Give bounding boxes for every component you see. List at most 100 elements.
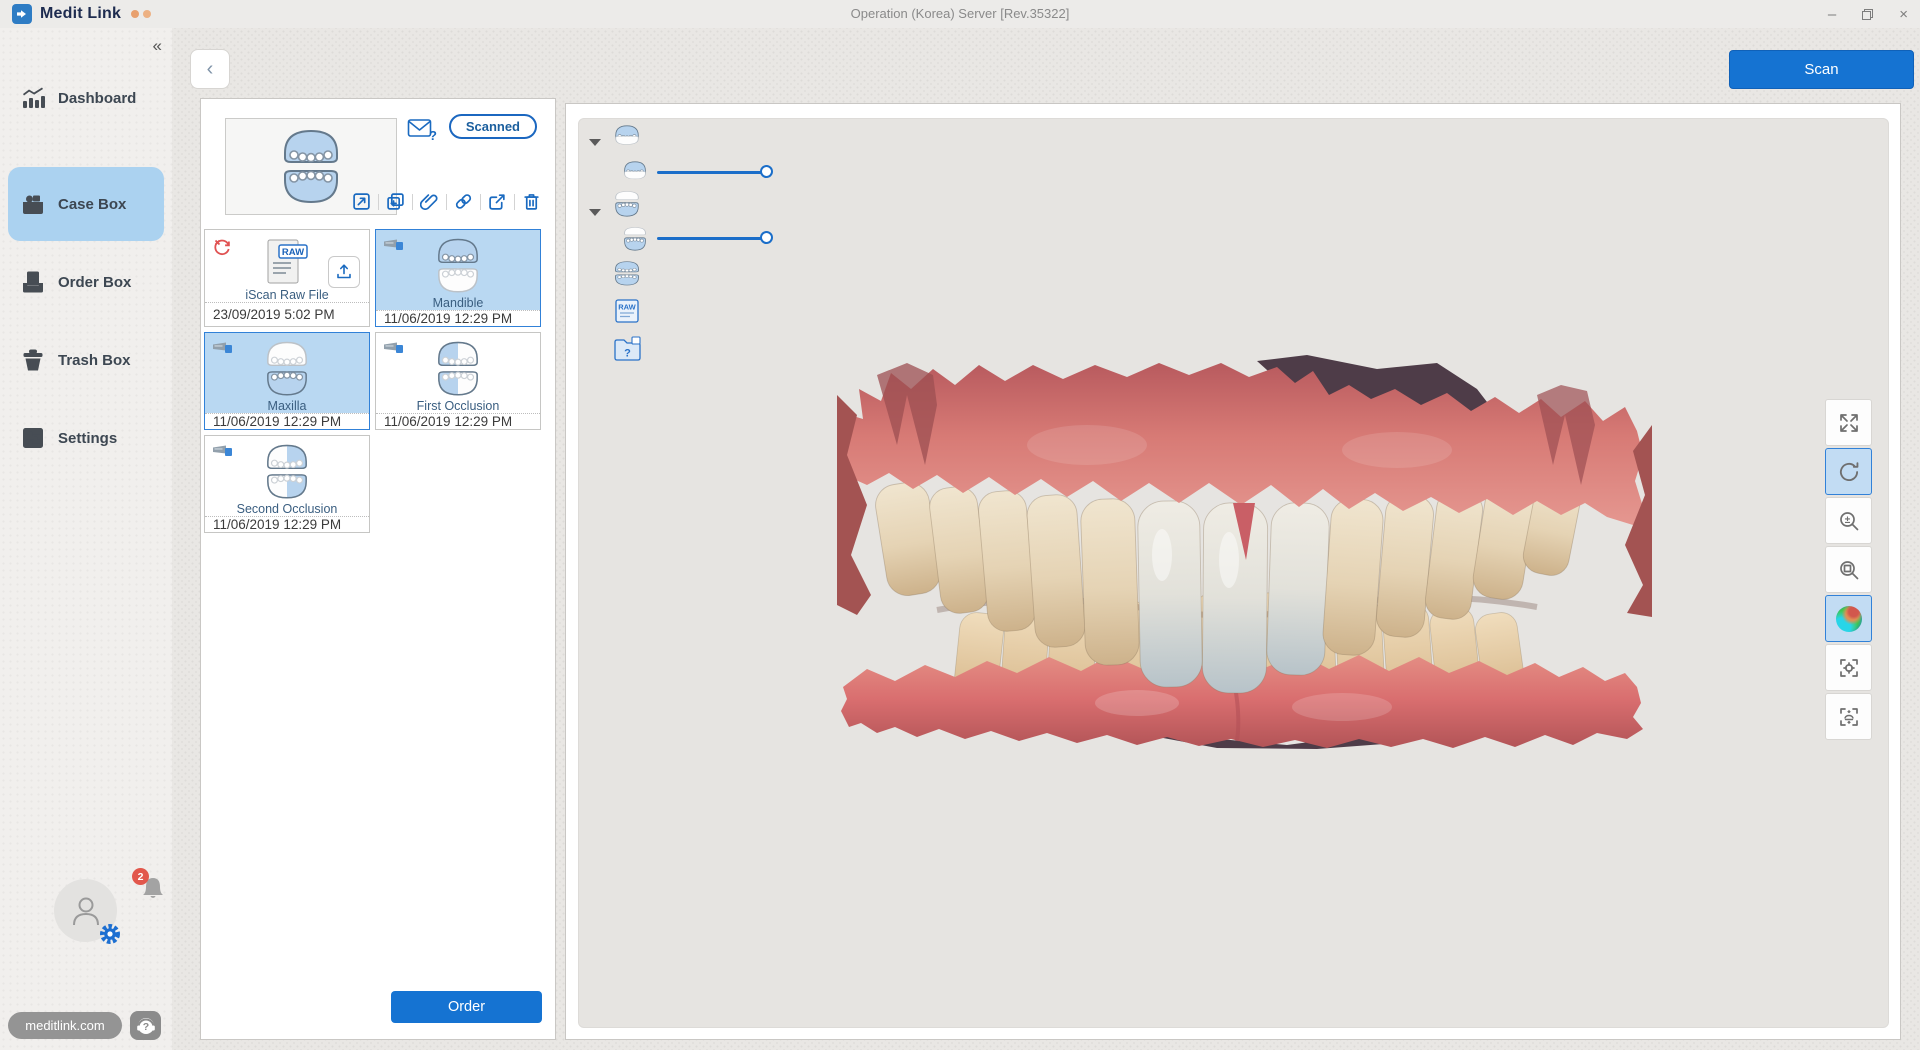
focus-center-button[interactable] [1825, 644, 1872, 691]
scanner-icon [383, 237, 407, 257]
tree-collapse-mandible-icon[interactable] [589, 209, 601, 216]
fullscreen-button[interactable] [1825, 399, 1872, 446]
scanner-icon [212, 340, 236, 360]
back-button[interactable]: ‹ [190, 49, 230, 89]
texture-color-button[interactable] [1825, 595, 1872, 642]
file-date: 11/06/2019 12:29 PM [376, 413, 540, 429]
duplicate-icon[interactable] [386, 192, 405, 211]
sidebar-item-settings[interactable]: Settings [0, 410, 172, 466]
file-name: Maxilla [267, 399, 307, 413]
svg-text:RAW: RAW [282, 247, 304, 258]
zoom-area-button[interactable] [1825, 546, 1872, 593]
svg-text:?: ? [624, 348, 631, 360]
trash-box-icon [20, 347, 46, 373]
order-box-icon [20, 269, 46, 295]
app-name: Medit Link [40, 5, 122, 22]
window-title: Operation (Korea) Server [Rev.35322] [850, 6, 1070, 21]
application-window: Operation (Korea) Server [Rev.35322] – ×… [0, 0, 1920, 1050]
case-detail-panel: ? Scanned RAW iScan Raw File 23/09/2019 … [200, 98, 556, 1040]
second-occlusion-thumbnail-icon [267, 444, 307, 499]
scan-file-grid: RAW iScan Raw File 23/09/2019 5:02 PM Ma… [204, 229, 554, 533]
logo-dots-icon [131, 10, 152, 18]
viewer-viewport[interactable]: RAW ? ± [578, 118, 1889, 1028]
export-icon[interactable] [488, 192, 507, 211]
app-logo: Medit Link [12, 4, 152, 24]
viewer-panel: RAW ? ± [565, 103, 1901, 1040]
tree-item-mandible-group[interactable] [611, 191, 643, 222]
viewer-toolbar: ± [1825, 399, 1872, 740]
sidebar-item-dashboard[interactable]: Dashboard [0, 70, 172, 126]
scan-button[interactable]: Scan [1729, 50, 1914, 89]
help-support-button[interactable]: ? [130, 1011, 161, 1040]
back-chevron-icon: ‹ [206, 57, 214, 80]
scanner-icon [212, 443, 236, 463]
svg-text:?: ? [142, 1021, 148, 1033]
tree-item-maxilla-scan[interactable] [621, 161, 649, 190]
tree-item-occlusion[interactable] [611, 261, 643, 296]
sidebar-item-case-box[interactable]: Case Box [8, 167, 164, 241]
file-date: 11/06/2019 12:29 PM [205, 516, 369, 532]
attach-icon[interactable] [420, 192, 439, 211]
case-actions-toolbar [352, 192, 541, 211]
tree-item-maxilla-group[interactable] [611, 125, 643, 156]
slider-handle[interactable] [760, 231, 773, 244]
svg-text:±: ± [1844, 515, 1850, 526]
sidebar: « Dashboard Case Box Order Box Trash Box… [0, 28, 172, 1050]
sync-error-icon [212, 237, 232, 262]
file-date: 23/09/2019 5:02 PM [205, 302, 369, 326]
maxilla-opacity-slider[interactable] [657, 165, 773, 179]
sidebar-collapse-button[interactable]: « [153, 36, 162, 56]
file-name: First Occlusion [416, 399, 500, 413]
file-date: 11/06/2019 12:29 PM [205, 413, 369, 429]
tree-item-raw-data[interactable]: RAW [613, 297, 641, 330]
scanner-icon [383, 340, 407, 360]
fit-model-button[interactable] [1825, 693, 1872, 740]
profile-settings-gear-icon[interactable] [99, 923, 121, 945]
mandible-thumbnail-icon [438, 238, 478, 293]
delete-icon[interactable] [522, 192, 541, 211]
file-card-mandible[interactable]: Mandible 11/06/2019 12:29 PM [375, 229, 541, 327]
file-name: Mandible [432, 296, 484, 310]
rotate-button[interactable] [1825, 448, 1872, 495]
tree-collapse-maxilla-icon[interactable] [589, 139, 601, 146]
close-button[interactable]: × [1899, 7, 1908, 22]
file-name: Second Occlusion [236, 502, 338, 516]
link-icon[interactable] [454, 192, 473, 211]
tree-item-mandible-scan[interactable] [621, 227, 649, 256]
medit-logo-icon [12, 4, 32, 24]
sidebar-item-label: Dashboard [58, 89, 137, 107]
file-name: iScan Raw File [245, 288, 329, 302]
tree-item-unknown-folder[interactable]: ? [613, 335, 643, 368]
first-occlusion-thumbnail-icon [438, 341, 478, 396]
3d-dental-scan-model[interactable] [837, 355, 1652, 750]
expand-icon[interactable] [352, 192, 371, 211]
maxilla-thumbnail-icon [267, 341, 307, 396]
sidebar-item-label: Case Box [58, 195, 127, 213]
file-card-maxilla[interactable]: Maxilla 11/06/2019 12:29 PM [204, 332, 370, 430]
sidebar-item-trash-box[interactable]: Trash Box [0, 332, 172, 388]
sidebar-item-label: Trash Box [58, 351, 131, 369]
upload-button[interactable] [328, 256, 360, 288]
notification-bell-icon[interactable]: 2 [132, 868, 168, 904]
status-badge: Scanned [448, 114, 537, 139]
file-card-second-occlusion[interactable]: Second Occlusion 11/06/2019 12:29 PM [204, 435, 370, 533]
meditlink-website-button[interactable]: meditlink.com [8, 1012, 122, 1039]
file-date: 11/06/2019 12:29 PM [376, 310, 540, 326]
slider-handle[interactable] [760, 165, 773, 178]
zoom-button[interactable]: ± [1825, 497, 1872, 544]
svg-text:?: ? [429, 128, 437, 143]
raw-document-icon: RAW [267, 239, 308, 284]
title-bar: Operation (Korea) Server [Rev.35322] – × [0, 0, 1920, 28]
mail-status-icon[interactable]: ? [407, 117, 437, 148]
restore-button[interactable] [1862, 8, 1874, 20]
svg-text:RAW: RAW [618, 303, 636, 312]
order-button[interactable]: Order [391, 991, 542, 1023]
minimize-button[interactable]: – [1828, 7, 1836, 22]
file-card-iscan-raw[interactable]: RAW iScan Raw File 23/09/2019 5:02 PM [204, 229, 370, 327]
sidebar-item-order-box[interactable]: Order Box [0, 254, 172, 310]
color-sphere-icon [1835, 605, 1862, 632]
sidebar-item-label: Settings [58, 429, 118, 447]
file-card-first-occlusion[interactable]: First Occlusion 11/06/2019 12:29 PM [375, 332, 541, 430]
settings-icon [20, 425, 46, 451]
mandible-opacity-slider[interactable] [657, 231, 773, 245]
